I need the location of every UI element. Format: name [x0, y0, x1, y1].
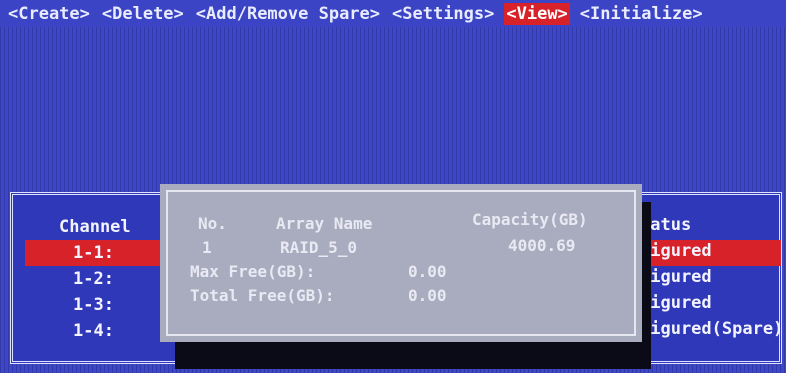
array-capacity: 4000.69: [508, 236, 576, 255]
col-no-header: No.: [198, 214, 227, 233]
total-free-label: Total Free(GB):: [190, 286, 335, 305]
channel-row-1[interactable]: 1-1:: [73, 243, 114, 263]
menu-settings[interactable]: <Settings>: [390, 3, 496, 25]
status-row-4: figured(Spare): [640, 319, 784, 339]
menu-view[interactable]: <View>: [504, 2, 570, 25]
array-name: RAID_5_0: [280, 238, 358, 257]
menu-create[interactable]: <Create>: [6, 3, 92, 25]
popup-border: No. Array Name Capacity(GB) 1 RAID_5_0 4…: [166, 190, 636, 336]
total-free-value: 0.00: [408, 286, 447, 305]
menu-bar: <Create> <Delete> <Add/Remove Spare> <Se…: [0, 0, 786, 27]
menu-add-remove-spare[interactable]: <Add/Remove Spare>: [194, 3, 382, 25]
channel-row-2[interactable]: 1-2:: [73, 269, 114, 289]
col-array-name-header: Array Name: [276, 214, 373, 233]
channel-row-4[interactable]: 1-4:: [73, 321, 114, 341]
array-info-popup: No. Array Name Capacity(GB) 1 RAID_5_0 4…: [160, 184, 642, 342]
menu-initialize[interactable]: <Initialize>: [578, 3, 705, 25]
menu-delete[interactable]: <Delete>: [100, 3, 186, 25]
channel-row-3[interactable]: 1-3:: [73, 295, 114, 315]
max-free-label: Max Free(GB):: [190, 262, 316, 281]
max-free-value: 0.00: [408, 262, 447, 281]
col-capacity-header: Capacity(GB): [472, 210, 588, 229]
array-number: 1: [202, 238, 212, 257]
channel-header: Channel: [59, 217, 131, 237]
